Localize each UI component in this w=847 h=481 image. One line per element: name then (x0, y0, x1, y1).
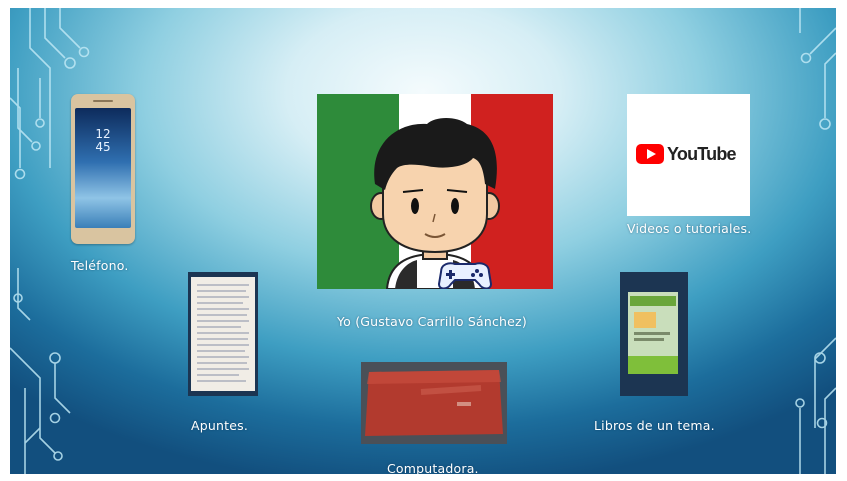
book-image (620, 272, 688, 396)
caption-laptop: Computadora. (387, 461, 479, 474)
laptop-icon (361, 362, 507, 444)
youtube-logo-text: YouTube (667, 144, 737, 164)
phone-clock-minutes: 45 (95, 140, 111, 154)
phone-speaker (93, 100, 113, 102)
presentation-slide: 12 45 Teléfono. Yo (Gustavo Carrillo Sán… (10, 8, 836, 474)
notes-image (188, 272, 258, 396)
avatar-mexico-flag-icon (317, 94, 553, 289)
caption-youtube: Videos o tutoriales. (627, 221, 752, 236)
youtube-image: YouTube (627, 94, 750, 216)
caption-avatar: Yo (Gustavo Carrillo Sánchez) (337, 314, 527, 329)
book-icon (620, 272, 688, 396)
phone-screen: 12 45 (75, 108, 131, 228)
notes-paper (191, 277, 255, 391)
avatar-image (317, 94, 553, 289)
caption-phone: Teléfono. (71, 258, 129, 273)
handwriting-lines (197, 284, 249, 382)
caption-notes: Apuntes. (191, 418, 249, 433)
phone-clock: 12 45 (75, 128, 131, 154)
laptop-image (361, 362, 507, 444)
phone-image: 12 45 (71, 94, 135, 244)
caption-book: Libros de un tema. (594, 418, 715, 433)
